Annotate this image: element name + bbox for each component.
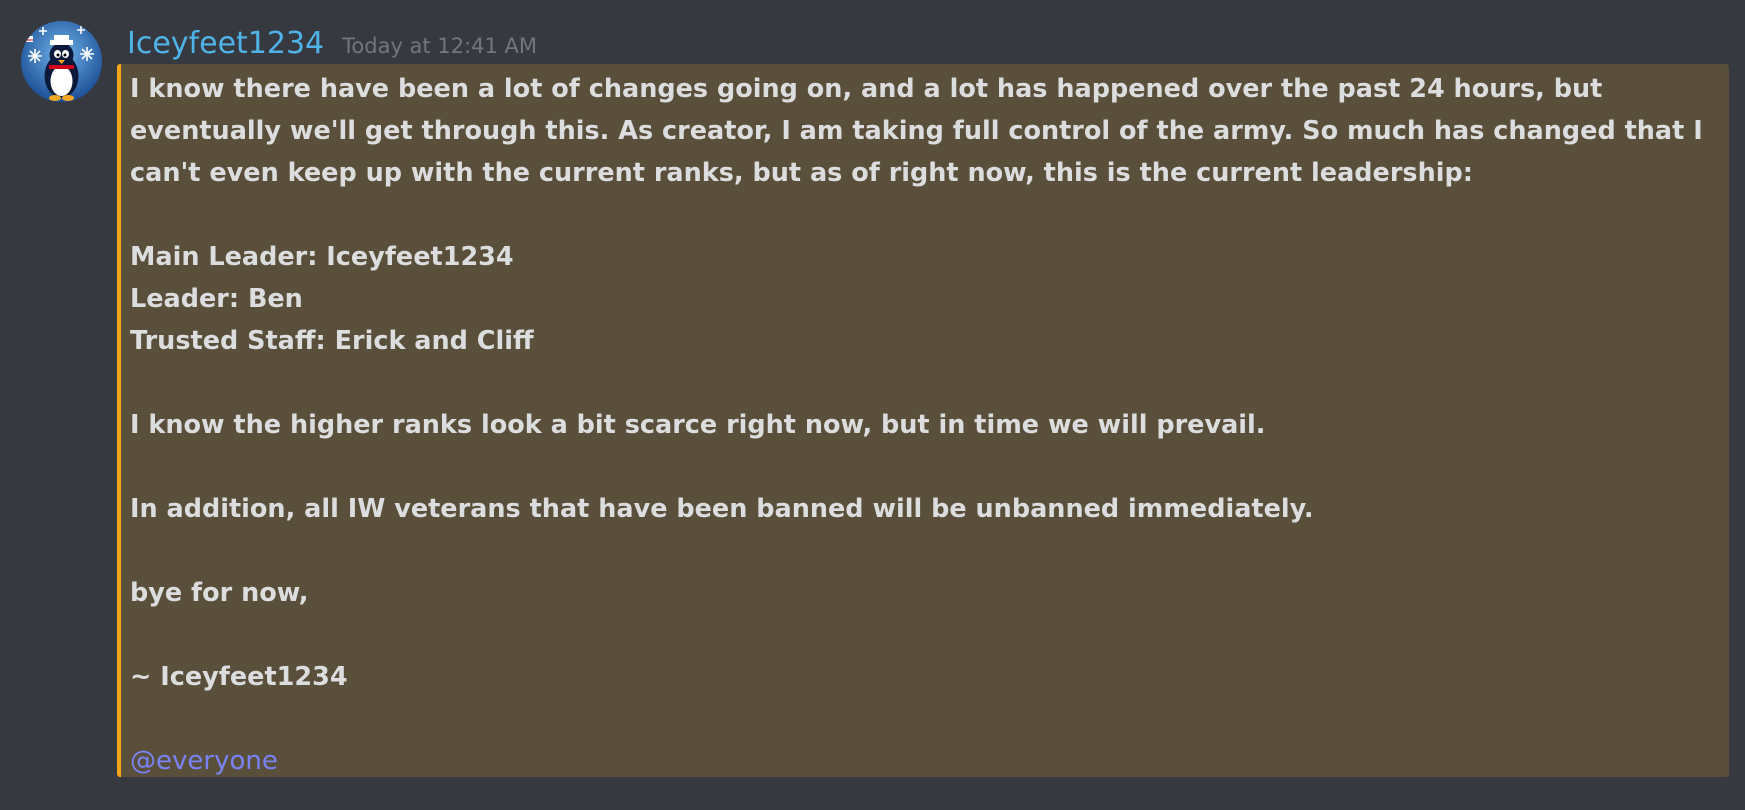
message-header: Iceyfeet1234 Today at 12:41 AM <box>127 22 537 66</box>
message-text-leader: Leader: Ben <box>130 284 303 314</box>
message-text-higher-ranks: I know the higher ranks look a bit scarc… <box>130 410 1266 440</box>
message-text-unban: In addition, all IW veterans that have b… <box>130 494 1314 524</box>
message-text-intro: I know there have been a lot of changes … <box>130 74 1703 188</box>
chat-message: Iceyfeet1234 Today at 12:41 AM I know th… <box>0 0 1745 810</box>
penguin-avatar-icon[interactable] <box>21 21 102 102</box>
message-text-main-leader: Main Leader: Iceyfeet1234 <box>130 242 514 272</box>
everyone-mention[interactable]: @everyone <box>130 740 278 777</box>
message-text-trusted-staff: Trusted Staff: Erick and Cliff <box>130 326 534 356</box>
message-timestamp[interactable]: Today at 12:41 AM <box>342 24 537 68</box>
message-text-signature: ~ Iceyfeet1234 <box>130 662 348 692</box>
message-text-bye: bye for now, <box>130 578 309 608</box>
author-username[interactable]: Iceyfeet1234 <box>127 22 324 66</box>
message-content-highlighted: I know there have been a lot of changes … <box>117 64 1729 777</box>
